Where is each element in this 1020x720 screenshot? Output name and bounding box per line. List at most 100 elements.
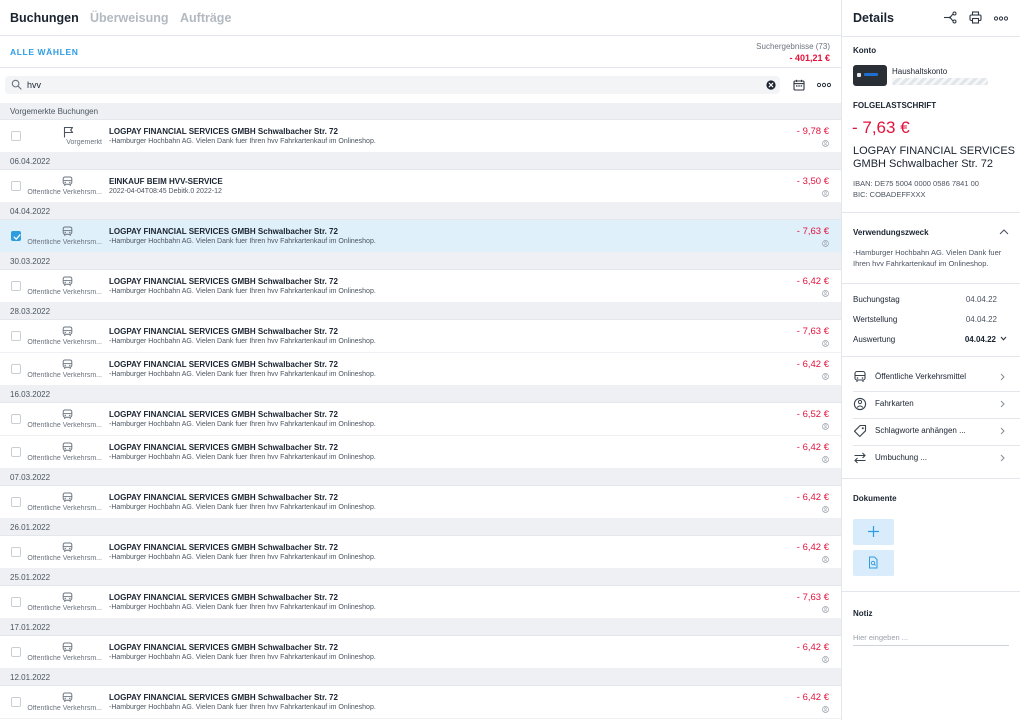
row-title: LOGPAY FINANCIAL SERVICES GMBH Schwalbac…: [109, 227, 338, 236]
select-all-button[interactable]: ALLE WÄHLEN: [10, 47, 78, 57]
divider: [842, 212, 1020, 213]
transaction-row[interactable]: Vorgemerkt LOGPAY FINANCIAL SERVICES GMBH…: [0, 120, 841, 153]
group-header: Vorgemerkte Buchungen: [0, 103, 841, 120]
row-description: -Hamburger Hochbahn AG. Vielen Dank fuer…: [109, 554, 376, 561]
row-amount: - 6,52 €: [796, 409, 829, 420]
transaction-row[interactable]: Öffentliche Verkehrsm... LOGPAY FINANCIAL…: [0, 353, 841, 386]
group-header: 12.01.2022: [0, 669, 841, 686]
transaction-row[interactable]: Öffentliche Verkehrsm... LOGPAY FINANCIAL…: [0, 320, 841, 353]
share-icon[interactable]: [943, 11, 957, 24]
chevron-down-icon[interactable]: [1000, 336, 1007, 341]
konto-label: Konto: [853, 46, 877, 55]
chevron-right-icon: [1000, 454, 1005, 462]
group-header: 28.03.2022: [0, 303, 841, 320]
chevron-right-icon: [1000, 373, 1005, 381]
transaction-row[interactable]: Öffentliche Verkehrsm... LOGPAY FINANCIAL…: [0, 270, 841, 303]
transaction-row[interactable]: Öffentliche Verkehrsm... LOGPAY FINANCIAL…: [0, 486, 841, 519]
transaction-row[interactable]: Öffentliche Verkehrsm... LOGPAY FINANCIAL…: [0, 436, 841, 469]
divider: [842, 478, 1020, 479]
row-title: LOGPAY FINANCIAL SERVICES GMBH Schwalbac…: [109, 643, 338, 652]
search-box[interactable]: [5, 76, 780, 94]
transaction-row[interactable]: Öffentliche Verkehrsm... LOGPAY FINANCIAL…: [0, 220, 841, 253]
action-label: Öffentliche Verkehrsmittel: [875, 372, 967, 381]
row-title: LOGPAY FINANCIAL SERVICES GMBH Schwalbac…: [109, 327, 338, 336]
action-transfer[interactable]: Umbuchung ...: [842, 445, 1020, 472]
tab-buchungen[interactable]: Buchungen: [10, 11, 79, 25]
action-tickets[interactable]: Fahrkarten: [842, 391, 1020, 418]
scan-document-button[interactable]: [853, 550, 894, 576]
category-badge-icon: [822, 290, 829, 297]
notiz-input[interactable]: [853, 630, 1009, 646]
category-badge-icon: [822, 140, 829, 147]
list-toolbar: ALLE WÄHLEN Suchergebnisse (73) - 401,21…: [0, 36, 841, 68]
row-amount: - 6,42 €: [796, 276, 829, 287]
transaction-row[interactable]: Öffentliche Verkehrsm... LOGPAY FINANCIAL…: [0, 586, 841, 619]
transaction-row[interactable]: Öffentliche Verkehrsm... EINKAUF BEIM HVV…: [0, 170, 841, 203]
group-header: 17.01.2022: [0, 619, 841, 636]
row-description: -Hamburger Hochbahn AG. Vielen Dank fuer…: [109, 421, 376, 428]
row-title: LOGPAY FINANCIAL SERVICES GMBH Schwalbac…: [109, 277, 338, 286]
car-icon: [62, 592, 73, 603]
search-icon: [11, 79, 22, 90]
row-description: -Hamburger Hochbahn AG. Vielen Dank fuer…: [109, 338, 376, 345]
row-description: -Hamburger Hochbahn AG. Vielen Dank fuer…: [109, 704, 376, 711]
action-category[interactable]: Öffentliche Verkehrsmittel: [842, 364, 1020, 391]
chevron-up-icon[interactable]: [999, 229, 1009, 235]
search-results-count: Suchergebnisse (73): [756, 42, 830, 51]
search-input[interactable]: [27, 77, 747, 93]
clear-icon[interactable]: [766, 80, 776, 90]
more-options-icon[interactable]: [994, 16, 1008, 21]
verwendungszweck-text: -Hamburger Hochbahn AG. Vielen Dank fuer…: [853, 248, 1002, 268]
row-amount: - 6,42 €: [796, 542, 829, 553]
row-description: 2022-04-04T08:45 Debitk.0 2022-12: [109, 188, 222, 195]
account-number-masked: [892, 78, 988, 85]
row-description: -Hamburger Hochbahn AG. Vielen Dank fuer…: [109, 454, 376, 461]
category-badge-icon: [822, 423, 829, 430]
plus-icon: [868, 526, 879, 537]
tab-ueberweisung[interactable]: Überweisung: [90, 11, 169, 25]
transaction-row[interactable]: Öffentliche Verkehrsm... LOGPAY FINANCIAL…: [0, 536, 841, 569]
wertstellung-value: 04.04.22: [965, 315, 997, 324]
calendar-icon[interactable]: [793, 79, 805, 91]
divider: [842, 356, 1020, 357]
tag-icon: [853, 424, 867, 438]
car-icon: [62, 276, 73, 287]
add-document-button[interactable]: [853, 519, 894, 545]
category-badge-icon: [822, 506, 829, 513]
row-category: Öffentliche Verkehrsm...: [27, 289, 102, 296]
car-icon: [62, 326, 73, 337]
account-card-icon: [853, 65, 887, 86]
row-title: LOGPAY FINANCIAL SERVICES GMBH Schwalbac…: [109, 593, 338, 602]
car-icon: [853, 370, 867, 383]
group-header: 16.03.2022: [0, 386, 841, 403]
car-icon: [62, 442, 73, 453]
row-description: -Hamburger Hochbahn AG. Vielen Dank fuer…: [109, 604, 376, 611]
row-title: EINKAUF BEIM HVV-SERVICE: [109, 177, 223, 186]
wertstellung-label: Wertstellung: [853, 315, 898, 324]
action-tags[interactable]: Schlagworte anhängen ...: [842, 418, 1020, 445]
transaction-row[interactable]: Öffentliche Verkehrsm... LOGPAY FINANCIAL…: [0, 686, 841, 719]
tab-auftraege[interactable]: Aufträge: [180, 11, 231, 25]
chevron-right-icon: [1000, 400, 1005, 408]
row-category: Öffentliche Verkehrsm...: [27, 655, 102, 662]
document-search-icon: [869, 556, 878, 569]
more-options-icon[interactable]: [817, 79, 831, 91]
row-category: Öffentliche Verkehrsm...: [27, 455, 102, 462]
group-header: 26.01.2022: [0, 519, 841, 536]
print-icon[interactable]: [969, 11, 982, 24]
auswertung-value[interactable]: 04.04.22: [965, 335, 996, 344]
car-icon: [62, 642, 73, 653]
row-category: Öffentliche Verkehrsm...: [27, 705, 102, 712]
transaction-row[interactable]: Öffentliche Verkehrsm... LOGPAY FINANCIAL…: [0, 403, 841, 436]
category-badge-icon: [822, 456, 829, 463]
dokumente-label: Dokumente: [853, 494, 897, 503]
group-header: 25.01.2022: [0, 569, 841, 586]
row-category: Vorgemerkt: [66, 139, 102, 146]
transfer-icon: [853, 451, 867, 465]
transaction-row[interactable]: Öffentliche Verkehrsm... LOGPAY FINANCIAL…: [0, 636, 841, 669]
row-title: LOGPAY FINANCIAL SERVICES GMBH Schwalbac…: [109, 360, 338, 369]
row-amount: - 6,42 €: [796, 492, 829, 503]
row-category: Öffentliche Verkehrsm...: [27, 372, 102, 379]
transaction-type: FOLGELASTSCHRIFT: [853, 101, 937, 110]
row-description: -Hamburger Hochbahn AG. Vielen Dank fuer…: [109, 138, 376, 145]
